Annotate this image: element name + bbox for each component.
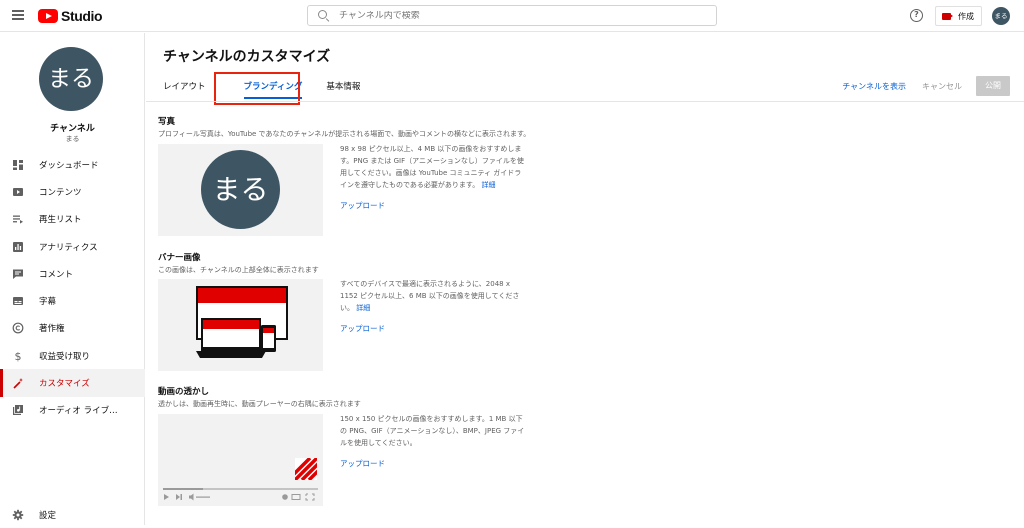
channel-avatar[interactable]: まる xyxy=(39,47,103,111)
watermark-section-title: 動画の透かし xyxy=(158,385,209,397)
watermark-info: 150 x 150 ピクセルの画像をおすすめします。1 MB 以下の PNG、G… xyxy=(340,413,525,449)
create-label: 作成 xyxy=(958,11,974,22)
publish-button[interactable]: 公開 xyxy=(976,76,1010,96)
page-title: チャンネルのカスタマイズ xyxy=(163,46,330,66)
copyright-icon xyxy=(12,322,24,334)
photo-details-link[interactable]: 詳細 xyxy=(481,181,495,189)
sidebar-item-label: コメント xyxy=(39,268,73,280)
menu-icon[interactable] xyxy=(12,10,24,20)
banner-upload-button[interactable]: アップロード xyxy=(340,323,385,334)
youtube-play-icon xyxy=(38,9,58,23)
photo-info: 98 x 98 ピクセル以上、4 MB 以下の画像をおすすめします。PNG また… xyxy=(340,143,525,191)
sidebar-item-label: アナリティクス xyxy=(39,241,98,253)
search-input[interactable] xyxy=(339,11,699,21)
sidebar-item-label: ダッシュボード xyxy=(39,159,99,171)
banner-section-title: バナー画像 xyxy=(158,251,201,263)
sidebar-item-monetization[interactable]: $ 収益受け取り xyxy=(0,342,145,369)
sidebar: まる チャンネル まる ダッシュボード コンテンツ 再生リスト アナリティクス xyxy=(0,33,145,525)
sidebar-item-copyright[interactable]: 著作権 xyxy=(0,315,145,342)
help-icon[interactable]: ? xyxy=(910,9,923,22)
video-camera-icon xyxy=(942,13,951,20)
photo-section-desc: プロフィール写真は、YouTube であなたのチャンネルが提示される場面で、動画… xyxy=(158,129,530,139)
account-avatar[interactable]: まる xyxy=(992,7,1010,25)
audio-library-icon xyxy=(12,404,24,416)
channel-name: まる xyxy=(0,134,145,144)
photo-info-text: 98 x 98 ピクセル以上、4 MB 以下の画像をおすすめします。PNG また… xyxy=(340,145,524,189)
sidebar-item-audio-library[interactable]: オーディオ ライブ… xyxy=(0,397,145,424)
photo-section-title: 写真 xyxy=(158,115,175,127)
sidebar-item-label: 字幕 xyxy=(39,295,56,307)
watermark-preview xyxy=(158,414,323,506)
search-box[interactable] xyxy=(307,5,717,26)
banner-devices-illustration xyxy=(158,279,323,371)
main-content: チャンネルのカスタマイズ レイアウト ブランディング 基本情報 チャンネルを表示… xyxy=(146,33,1024,525)
sidebar-item-label: 著作権 xyxy=(39,322,65,334)
photo-preview: まる xyxy=(158,144,323,236)
sidebar-item-label: 設定 xyxy=(39,509,56,521)
banner-preview xyxy=(158,279,323,371)
sidebar-item-customization[interactable]: カスタマイズ xyxy=(0,369,145,396)
sidebar-item-comments[interactable]: コメント xyxy=(0,260,145,287)
banner-section-desc: この画像は、チャンネルの上部全体に表示されます xyxy=(158,265,319,275)
create-button[interactable]: 作成 xyxy=(935,6,982,26)
dashboard-icon xyxy=(12,159,24,171)
watermark-section-desc: 透かしは、動画再生時に、動画プレーヤーの右隅に表示されます xyxy=(158,399,361,409)
sidebar-item-dashboard[interactable]: ダッシュボード xyxy=(0,151,145,178)
sidebar-item-analytics[interactable]: アナリティクス xyxy=(0,233,145,260)
analytics-icon xyxy=(12,241,24,253)
sidebar-item-label: オーディオ ライブ… xyxy=(39,404,118,416)
tab-layout[interactable]: レイアウト xyxy=(163,79,206,101)
content-icon xyxy=(12,186,24,198)
sidebar-item-settings[interactable]: 設定 xyxy=(0,501,145,528)
photo-upload-button[interactable]: アップロード xyxy=(340,200,385,211)
channel-label: チャンネル xyxy=(0,121,145,134)
banner-details-link[interactable]: 詳細 xyxy=(356,304,370,312)
cancel-button[interactable]: キャンセル xyxy=(922,81,962,92)
view-channel-link[interactable]: チャンネルを表示 xyxy=(842,81,906,92)
customize-wand-icon xyxy=(12,377,24,389)
svg-text:$: $ xyxy=(15,350,22,362)
video-player-illustration xyxy=(158,414,323,506)
sidebar-item-label: 再生リスト xyxy=(39,213,82,225)
sidebar-item-label: コンテンツ xyxy=(39,186,82,198)
sidebar-nav: ダッシュボード コンテンツ 再生リスト アナリティクス コメント xyxy=(0,151,145,424)
top-app-bar: Studio ? 作成 まる xyxy=(0,0,1024,32)
playlist-icon xyxy=(12,213,24,225)
gear-icon xyxy=(12,509,24,521)
dollar-icon: $ xyxy=(12,350,24,362)
logo-text: Studio xyxy=(61,8,102,24)
sidebar-item-content[interactable]: コンテンツ xyxy=(0,178,145,205)
watermark-upload-button[interactable]: アップロード xyxy=(340,458,385,469)
subtitles-icon xyxy=(12,295,24,307)
sidebar-item-label: 収益受け取り xyxy=(39,350,90,362)
tab-divider xyxy=(146,101,1024,102)
sidebar-item-playlists[interactable]: 再生リスト xyxy=(0,206,145,233)
search-icon xyxy=(318,10,330,22)
photo-preview-avatar: まる xyxy=(201,150,280,229)
youtube-studio-logo[interactable]: Studio xyxy=(38,8,102,24)
sidebar-item-label: カスタマイズ xyxy=(39,377,90,389)
header-actions: チャンネルを表示 キャンセル 公開 xyxy=(842,76,1010,96)
sidebar-item-subtitles[interactable]: 字幕 xyxy=(0,287,145,314)
banner-info: すべてのデバイスで最適に表示されるように、2048 x 1152 ピクセル以上、… xyxy=(340,278,525,314)
watermark-info-text: 150 x 150 ピクセルの画像をおすすめします。1 MB 以下の PNG、G… xyxy=(340,415,524,447)
comment-icon xyxy=(12,268,24,280)
tab-basic-info[interactable]: 基本情報 xyxy=(326,79,360,101)
